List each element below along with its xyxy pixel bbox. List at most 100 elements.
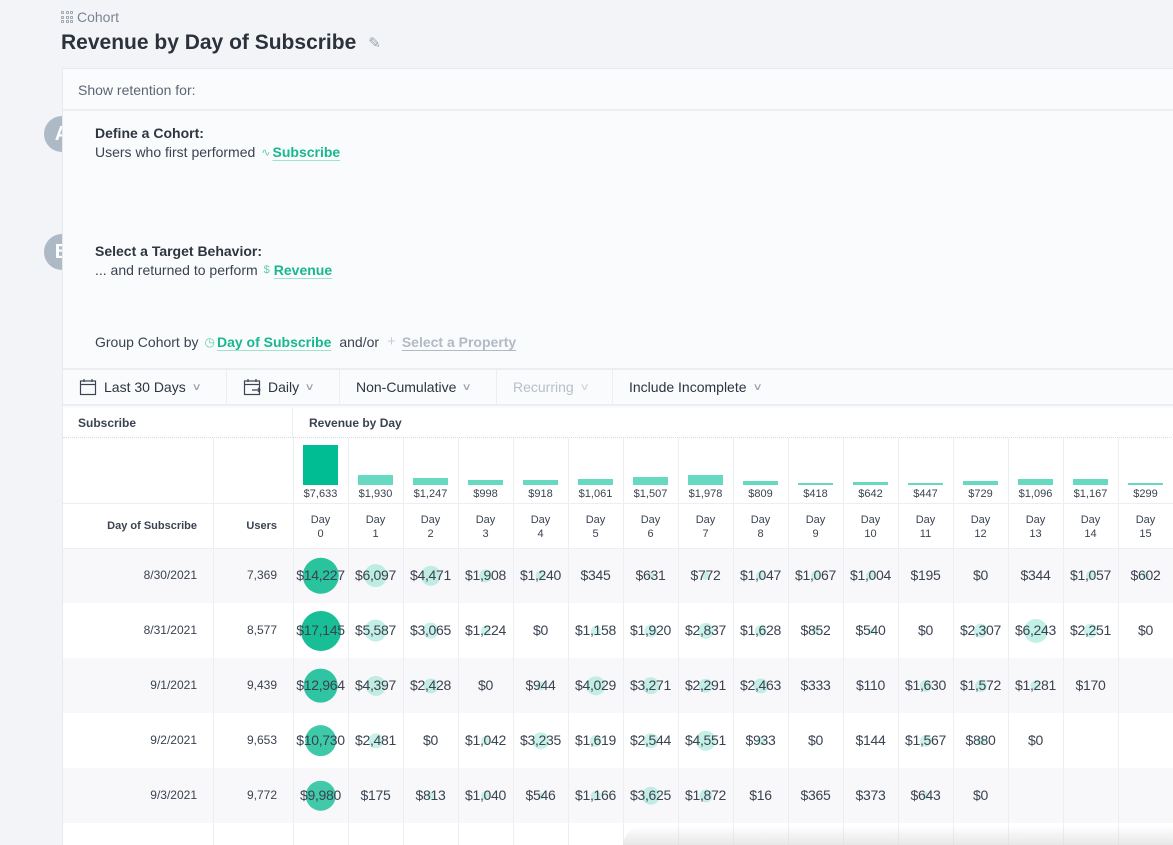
- revenue-cell[interactable]: $0: [1118, 603, 1173, 658]
- revenue-cell[interactable]: $17,145: [293, 603, 348, 658]
- revenue-cell[interactable]: $0: [953, 768, 1008, 823]
- day-total-bar[interactable]: [468, 479, 503, 485]
- cohort-event-link[interactable]: Subscribe: [273, 144, 341, 160]
- revenue-cell[interactable]: [1118, 713, 1173, 768]
- revenue-cell[interactable]: $170: [1063, 658, 1118, 713]
- day-column-header[interactable]: Day 6: [623, 504, 678, 548]
- day-total-bar[interactable]: [1073, 478, 1108, 485]
- day-total-bar[interactable]: [798, 482, 833, 485]
- revenue-cell[interactable]: $2,544: [623, 713, 678, 768]
- revenue-cell[interactable]: $1,166: [568, 768, 623, 823]
- pencil-icon[interactable]: ✎: [368, 34, 381, 52]
- table-row[interactable]: 9/3/2021 9,772 $9,980 $175 $813 $1,040 $546 $1,…: [63, 768, 1173, 823]
- revenue-cell[interactable]: $1,040: [458, 768, 513, 823]
- interval-dropdown[interactable]: Daily ∨: [227, 370, 340, 404]
- day-total-bar[interactable]: [413, 478, 448, 485]
- revenue-cell[interactable]: $2,251: [1063, 603, 1118, 658]
- col-header-users[interactable]: Users: [213, 504, 277, 548]
- revenue-cell[interactable]: $0: [898, 603, 953, 658]
- revenue-cell[interactable]: $1,619: [568, 713, 623, 768]
- revenue-cell[interactable]: $1,067: [788, 548, 843, 603]
- table-row[interactable]: 8/30/2021 7,369 $14,227 $6,097 $4,471 $1,908 $…: [63, 548, 1173, 603]
- revenue-cell[interactable]: $0: [403, 713, 458, 768]
- col-header-date[interactable]: Day of Subscribe: [63, 504, 197, 548]
- revenue-cell[interactable]: $2,463: [733, 658, 788, 713]
- revenue-cell[interactable]: [1063, 713, 1118, 768]
- day-total-bar[interactable]: [578, 479, 613, 485]
- revenue-cell[interactable]: [1118, 768, 1173, 823]
- revenue-cell[interactable]: $3,625: [623, 768, 678, 823]
- revenue-cell[interactable]: $16: [733, 768, 788, 823]
- revenue-cell[interactable]: $1,920: [623, 603, 678, 658]
- revenue-cell[interactable]: [1008, 768, 1063, 823]
- day-column-header[interactable]: Day 11: [898, 504, 953, 548]
- revenue-cell[interactable]: $0: [513, 603, 568, 658]
- revenue-cell[interactable]: $0: [953, 548, 1008, 603]
- revenue-cell[interactable]: $1,224: [458, 603, 513, 658]
- revenue-cell[interactable]: $365: [788, 768, 843, 823]
- table-row[interactable]: 9/2/2021 9,653 $10,730 $2,481 $0 $1,042 $3,235…: [63, 713, 1173, 768]
- day-total-bar[interactable]: [633, 477, 668, 485]
- day-column-header[interactable]: Day 5: [568, 504, 623, 548]
- day-column-header[interactable]: Day 0: [293, 504, 348, 548]
- revenue-cell[interactable]: $2,481: [348, 713, 403, 768]
- day-column-header[interactable]: Day 8: [733, 504, 788, 548]
- revenue-cell[interactable]: $6,097: [348, 548, 403, 603]
- revenue-cell[interactable]: $540: [843, 603, 898, 658]
- day-total-bar[interactable]: [1018, 479, 1053, 485]
- group-by-property-link[interactable]: Day of Subscribe: [217, 334, 331, 350]
- revenue-cell[interactable]: $1,057: [1063, 548, 1118, 603]
- revenue-cell[interactable]: $144: [843, 713, 898, 768]
- revenue-cell[interactable]: $880: [953, 713, 1008, 768]
- day-total-bar[interactable]: [688, 474, 723, 485]
- revenue-cell[interactable]: $1,004: [843, 548, 898, 603]
- revenue-cell[interactable]: $4,551: [678, 713, 733, 768]
- day-column-header[interactable]: Day 15: [1118, 504, 1173, 548]
- date-range-dropdown[interactable]: Last 30 Days ∨: [63, 370, 227, 404]
- revenue-cell[interactable]: $345: [568, 548, 623, 603]
- revenue-cell[interactable]: $195: [898, 548, 953, 603]
- target-event-link[interactable]: Revenue: [274, 262, 332, 278]
- day-column-header[interactable]: Day 13: [1008, 504, 1063, 548]
- revenue-cell[interactable]: $373: [843, 768, 898, 823]
- day-column-header[interactable]: Day 2: [403, 504, 458, 548]
- revenue-cell[interactable]: $643: [898, 768, 953, 823]
- revenue-cell[interactable]: $1,908: [458, 548, 513, 603]
- revenue-cell[interactable]: $852: [788, 603, 843, 658]
- revenue-cell[interactable]: $14,227: [293, 548, 348, 603]
- revenue-cell[interactable]: $933: [733, 713, 788, 768]
- revenue-cell[interactable]: $2,307: [953, 603, 1008, 658]
- breadcrumb[interactable]: Cohort: [61, 9, 119, 25]
- revenue-cell[interactable]: $5,587: [348, 603, 403, 658]
- day-total-bar[interactable]: [853, 481, 888, 485]
- select-property-link[interactable]: Select a Property: [402, 334, 516, 350]
- revenue-cell[interactable]: $2,428: [403, 658, 458, 713]
- revenue-cell[interactable]: $2,837: [678, 603, 733, 658]
- revenue-cell[interactable]: [1063, 768, 1118, 823]
- revenue-cell[interactable]: $1,567: [898, 713, 953, 768]
- revenue-cell[interactable]: $4,029: [568, 658, 623, 713]
- revenue-cell[interactable]: $0: [458, 658, 513, 713]
- revenue-cell[interactable]: $0: [788, 713, 843, 768]
- day-column-header[interactable]: Day 10: [843, 504, 898, 548]
- day-column-header[interactable]: Day 14: [1063, 504, 1118, 548]
- day-column-header[interactable]: Day 7: [678, 504, 733, 548]
- revenue-cell[interactable]: $3,065: [403, 603, 458, 658]
- revenue-cell[interactable]: $1,042: [458, 713, 513, 768]
- table-row[interactable]: 9/1/2021 9,439 $12,964 $4,397 $2,428 $0 $944 $4…: [63, 658, 1173, 713]
- day-total-bar[interactable]: [303, 445, 338, 485]
- day-total-bar[interactable]: [908, 482, 943, 485]
- revenue-cell[interactable]: $175: [348, 768, 403, 823]
- revenue-cell[interactable]: $602: [1118, 548, 1173, 603]
- table-row[interactable]: 8/31/2021 8,577 $17,145 $5,587 $3,065 $1,224 $…: [63, 603, 1173, 658]
- revenue-cell[interactable]: $813: [403, 768, 458, 823]
- revenue-cell[interactable]: $344: [1008, 548, 1063, 603]
- revenue-cell[interactable]: $1,872: [678, 768, 733, 823]
- day-total-bar[interactable]: [963, 481, 998, 485]
- include-incomplete-dropdown[interactable]: Include Incomplete ∨: [613, 370, 777, 404]
- day-total-bar[interactable]: [1128, 483, 1163, 485]
- day-column-header[interactable]: Day 1: [348, 504, 403, 548]
- revenue-cell[interactable]: $546: [513, 768, 568, 823]
- revenue-cell[interactable]: $3,235: [513, 713, 568, 768]
- revenue-cell[interactable]: $631: [623, 548, 678, 603]
